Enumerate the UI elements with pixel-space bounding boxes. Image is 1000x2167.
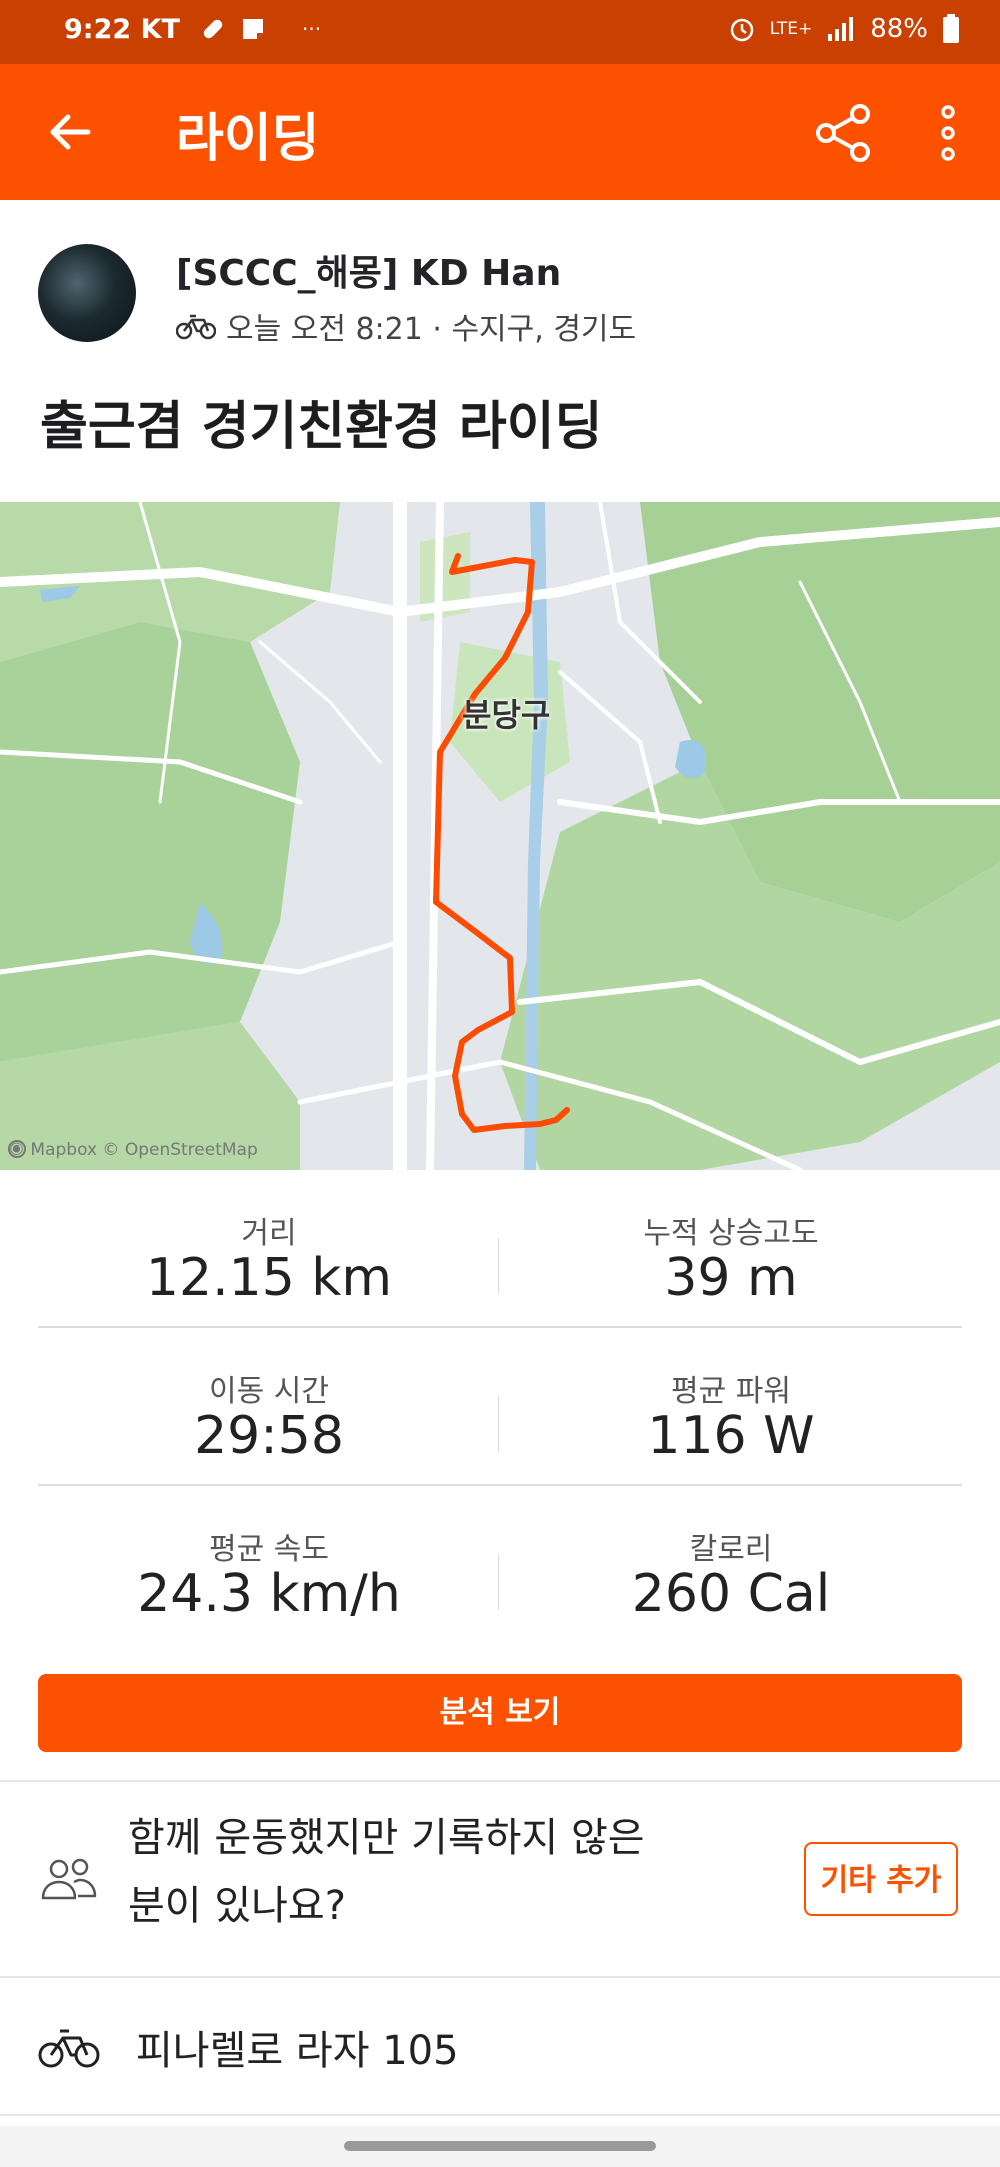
route-map[interactable]: 분당구 © Mapbox © OpenStreetMap bbox=[0, 502, 1000, 1170]
system-nav-bar bbox=[0, 2126, 1000, 2167]
stat-label: 평균 속도 bbox=[209, 1532, 329, 1567]
add-others-section: 함께 운동했지만 기록하지 않은 분이 있나요? 기타 추가 bbox=[0, 1782, 1000, 1976]
view-analysis-button[interactable]: 분석 보기 bbox=[38, 1674, 962, 1752]
activity-meta: 오늘 오전 8:21 · 수지구, 경기도 bbox=[176, 304, 636, 348]
notification-icons: ··· bbox=[200, 16, 321, 42]
stat-value: 39 m bbox=[664, 1248, 798, 1308]
status-bar: 9:22 KT ··· LTE+ 88% bbox=[0, 0, 1000, 64]
alarm-icon bbox=[730, 18, 753, 42]
share-icon[interactable] bbox=[812, 102, 874, 164]
stat-divider bbox=[498, 1238, 499, 1294]
pill-icon bbox=[203, 19, 223, 39]
stat-value: 24.3 km/h bbox=[137, 1564, 401, 1624]
back-arrow-icon[interactable] bbox=[44, 106, 96, 158]
stats-row: 평균 속도 24.3 km/h 칼로리 260 Cal bbox=[38, 1486, 962, 1644]
stat-label: 누적 상승고도 bbox=[643, 1216, 819, 1251]
stat-label: 칼로리 bbox=[689, 1532, 773, 1567]
stat-value: 29:58 bbox=[194, 1406, 344, 1466]
activity-title: 출근겸 경기친환경 라이딩 bbox=[40, 397, 603, 457]
stats-row: 거리 12.15 km 누적 상승고도 39 m bbox=[38, 1170, 962, 1328]
stat-label: 거리 bbox=[241, 1216, 297, 1251]
stat-value: 12.15 km bbox=[145, 1248, 393, 1308]
network-type: LTE+ bbox=[769, 19, 813, 39]
stat-divider bbox=[498, 1554, 499, 1610]
battery-percent: 88% bbox=[870, 14, 928, 44]
activity-time-location: 오늘 오전 8:21 · 수지구, 경기도 bbox=[226, 312, 637, 347]
map-attribution[interactable]: © Mapbox © OpenStreetMap bbox=[8, 1140, 258, 1160]
section-divider bbox=[0, 2114, 1000, 2116]
bike-icon bbox=[38, 2029, 100, 2068]
signal-icon bbox=[828, 17, 854, 41]
stat-divider bbox=[498, 1396, 499, 1452]
stat-label: 평균 파워 bbox=[671, 1374, 791, 1409]
battery-icon bbox=[943, 14, 959, 43]
athlete-name[interactable]: [SCCC_해몽] KD Han bbox=[176, 244, 561, 296]
mapbox-logo-icon bbox=[8, 1140, 26, 1158]
bike-name: 피나렐로 라자 105 bbox=[136, 2028, 459, 2074]
page-title: 라이딩 bbox=[176, 109, 320, 169]
gear-row[interactable]: 피나렐로 라자 105 bbox=[0, 1978, 1000, 2114]
map-place-label: 분당구 bbox=[462, 696, 551, 734]
app-bar: 라이딩 bbox=[0, 64, 1000, 200]
stat-value: 260 Cal bbox=[631, 1564, 831, 1624]
home-gesture-handle[interactable] bbox=[344, 2141, 656, 2151]
stat-label: 이동 시간 bbox=[209, 1374, 329, 1409]
map-canvas bbox=[0, 502, 1000, 1170]
avatar[interactable] bbox=[38, 244, 136, 342]
more-notifications: ··· bbox=[302, 17, 322, 41]
bike-icon bbox=[176, 314, 216, 340]
add-others-prompt: 함께 운동했지만 기록하지 않은 분이 있나요? bbox=[128, 1815, 645, 1929]
activity-header: [SCCC_해몽] KD Han 오늘 오전 8:21 · 수지구, 경기도 출… bbox=[0, 200, 1000, 500]
status-right: LTE+ 88% bbox=[728, 14, 960, 44]
stat-value: 116 W bbox=[647, 1406, 815, 1466]
note-icon bbox=[243, 19, 263, 39]
status-time: 9:22 KT bbox=[64, 14, 180, 45]
more-options-icon[interactable] bbox=[928, 100, 968, 166]
people-icon bbox=[41, 1858, 97, 1900]
stats-row: 이동 시간 29:58 평균 파워 116 W bbox=[38, 1328, 962, 1486]
add-others-button[interactable]: 기타 추가 bbox=[804, 1842, 958, 1916]
